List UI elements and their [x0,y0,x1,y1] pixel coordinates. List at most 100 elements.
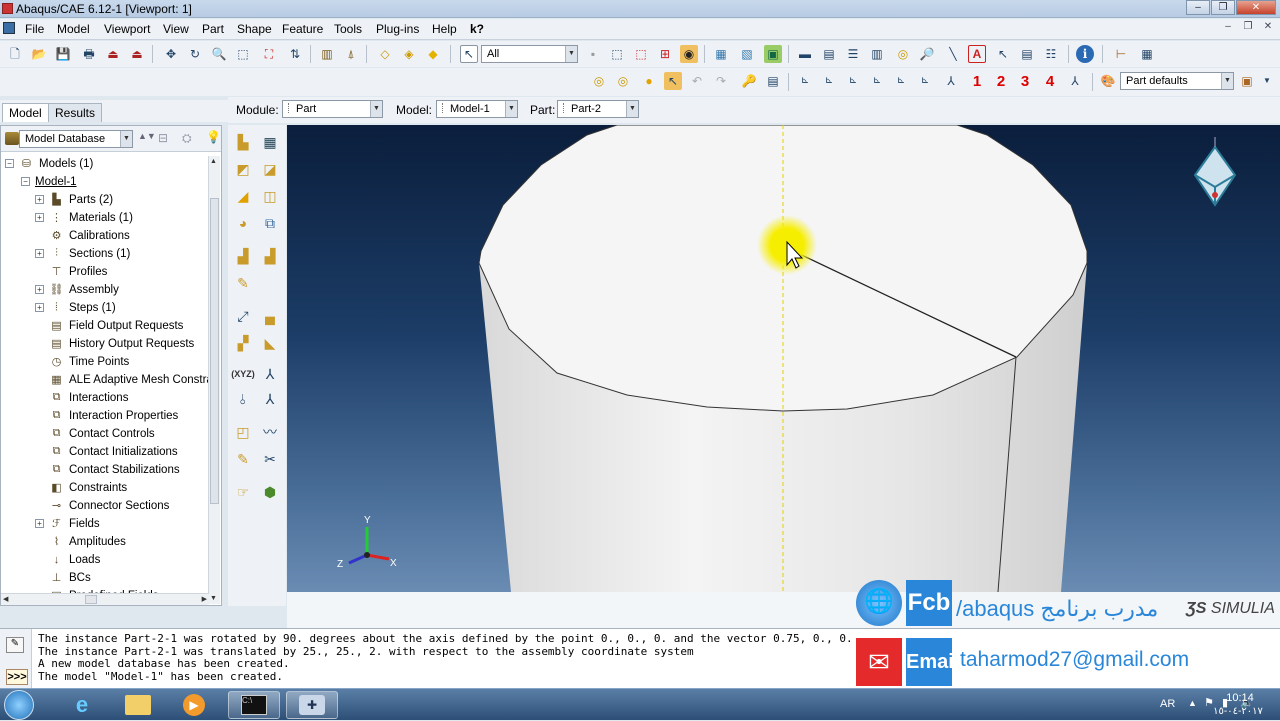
tree-item-constraints[interactable]: ◧ Constraints [35,479,127,496]
tree-item-amplitudes[interactable]: ⌇ Amplitudes [35,533,126,550]
color-manager-icon[interactable]: ▣ [1238,72,1256,90]
menu-feature[interactable]: Feature [282,22,323,36]
set-icon[interactable]: ◰ [232,421,254,443]
message-area-icon[interactable]: ✎ [6,637,24,653]
redo-view-icon[interactable]: ↷ [712,72,730,90]
datum-plane-icon[interactable]: ▞ [232,332,254,354]
new-file-icon[interactable]: 🗋 [6,45,24,63]
cycle-views-icon[interactable]: ⇅ [286,45,304,63]
create-shell-icon[interactable]: ◪ [259,158,281,180]
mirror-icon[interactable]: ⧉ [259,212,281,234]
model-database-select[interactable]: Model Database ▼ [19,130,133,148]
highlight-icon[interactable]: ◉ [680,45,698,63]
tree-tip-icon[interactable]: 💡 [206,130,221,144]
render-3-icon[interactable]: ● [640,72,658,90]
mdi-window-icon[interactable] [3,22,15,34]
tree-item-interaction-properties[interactable]: ⧉ Interaction Properties [35,407,179,424]
datum-csys-3pt-icon[interactable]: ⅄ [259,363,281,385]
tree-item-contact-controls[interactable]: ⧉ Contact Controls [35,425,155,442]
layers-icon[interactable]: ▥ [318,45,336,63]
tree-collapse-icon[interactable]: ⊟ [158,131,168,145]
box-zoom-icon[interactable]: ⬚ [234,45,252,63]
save-icon[interactable]: 💾 [54,45,72,63]
tools-icon[interactable]: ✂ [259,448,281,470]
perspective-icon[interactable]: ▣ [764,45,782,63]
tree-expand-toggle[interactable]: + [35,249,44,258]
create-part-icon[interactable]: ▙ [232,131,254,153]
surface-icon[interactable]: 〰 [259,421,281,443]
menu-help[interactable]: Help [432,22,457,36]
context-help-icon[interactable]: k? [470,22,484,36]
language-indicator[interactable]: AR [1160,698,1175,710]
tab-results[interactable]: Results [48,103,103,122]
tree-vertical-scrollbar[interactable]: ▲ ▼ [208,156,220,604]
clock-time[interactable]: 10:14 [1210,692,1270,704]
datum-plane-offset-icon[interactable]: ⫰ [232,388,254,410]
mdi-minimize-button[interactable]: – [1220,21,1236,35]
taskbar-ie-icon[interactable]: e [56,691,108,719]
display-group-icon[interactable]: ▤ [764,72,782,90]
list-icon[interactable]: ☷ [1042,45,1060,63]
view-left-icon[interactable]: ⊾ [892,72,910,90]
pick-options-icon[interactable]: ▪ [584,45,602,63]
taskbar-explorer-icon[interactable] [112,691,164,719]
info-icon[interactable]: i [1076,45,1094,63]
start-button[interactable] [4,690,34,720]
mesh-display-icon[interactable]: ▦ [712,45,730,63]
view-3-button[interactable]: 3 [1016,72,1034,90]
view-2-button[interactable]: 2 [992,72,1010,90]
taskbar-abaqus-icon[interactable]: ✚ [286,691,338,719]
datum-axis-icon[interactable]: ▄ [259,305,281,327]
tree-filter-icon[interactable]: ⛭ [182,131,192,146]
magnify-icon[interactable]: 🔍 [210,45,228,63]
query-icon[interactable]: 🔎 [918,45,936,63]
view-front-icon[interactable]: ⊾ [796,72,814,90]
annotation-manager-icon[interactable]: ▤ [1018,45,1036,63]
minimize-button[interactable]: – [1186,0,1210,15]
tree-item-contact-init[interactable]: ⧉ Contact Initializations [35,443,178,460]
tree-item-profiles[interactable]: ⊤ Profiles [35,263,108,280]
menu-model[interactable]: Model [57,22,90,36]
geometry-edit-icon[interactable]: ⬢ [259,481,281,503]
tray-expand-icon[interactable]: ▲ [1188,698,1197,708]
tab-model[interactable]: Model [2,103,49,122]
view-right-icon[interactable]: ⊾ [916,72,934,90]
select-arrow-icon[interactable]: ↖ [460,45,478,63]
viewport-tile-icon[interactable]: ▬ [796,45,814,63]
tree-item-connector[interactable]: ⊸ Connector Sections [35,497,169,514]
repair-icon[interactable]: ✎ [232,448,254,470]
render-style-select[interactable]: Part defaults ▼ [1120,72,1234,90]
select-box-icon[interactable]: ⬚ [632,45,650,63]
menu-part[interactable]: Part [202,22,224,36]
menu-tools[interactable]: Tools [334,22,362,36]
menu-file[interactable]: File [25,22,44,36]
auto-fit-icon[interactable]: ⛶ [260,45,278,63]
viewport-vertical-icon[interactable]: ▥ [868,45,886,63]
part-manager-icon[interactable]: ▦ [259,131,281,153]
tree-item-fields[interactable]: + ℱ Fields [35,515,100,532]
menu-shape[interactable]: Shape [237,22,272,36]
tree-item-parts[interactable]: + ▙ Parts (2) [35,191,113,208]
export-icon[interactable]: ⏏ [128,45,146,63]
view-bottom-icon[interactable]: ⊾ [868,72,886,90]
mdi-close-button[interactable]: ✕ [1260,21,1276,35]
menu-viewport[interactable]: Viewport [104,22,150,36]
module-select[interactable]: Part ▼ [282,100,383,118]
render-1-icon[interactable]: ◎ [590,72,608,90]
undo-view-icon[interactable]: ↶ [688,72,706,90]
viewport-horizontal-icon[interactable]: ☰ [844,45,862,63]
line-tool-icon[interactable]: ╲ [944,45,962,63]
tree-expand-toggle[interactable]: + [35,303,44,312]
tree-item-steps[interactable]: + ⦙ Steps (1) [35,299,116,316]
color-code-icon[interactable]: 🔑 [740,72,758,90]
tree-item-field-output[interactable]: ▤ Field Output Requests [35,317,183,334]
tree-scroll-thumb[interactable] [210,198,219,504]
datum-point-icon[interactable]: ⤢ [232,305,254,327]
edges-icon[interactable]: ▧ [738,45,756,63]
tree-item-sections[interactable]: + ⫶ Sections (1) [35,245,130,262]
view-4-button[interactable]: 4 [1041,72,1059,90]
tree-item-ale-mesh[interactable]: ▦ ALE Adaptive Mesh Constra [35,371,213,388]
part-select[interactable]: Part-2 ▼ [557,100,639,118]
close-button[interactable]: ✕ [1236,0,1276,15]
rotate-icon[interactable]: ↻ [186,45,204,63]
